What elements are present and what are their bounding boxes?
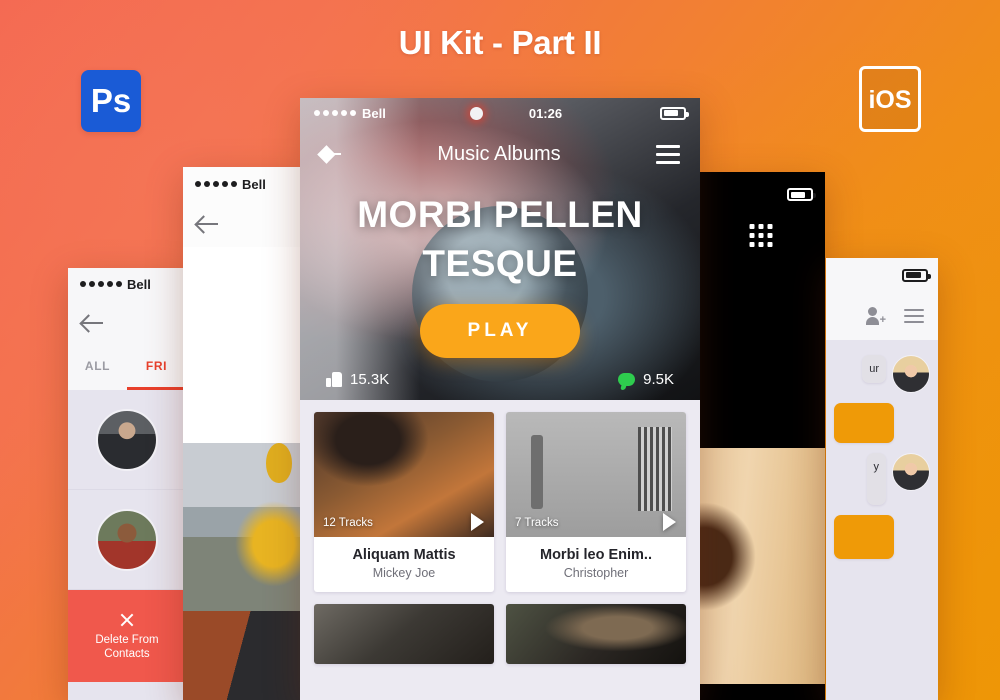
play-icon[interactable] (663, 513, 676, 531)
chat-message[interactable]: ur (826, 350, 938, 398)
person-add-icon[interactable]: + (866, 307, 886, 326)
hamburger-icon[interactable] (656, 144, 680, 164)
album-artist: Christopher (563, 566, 629, 580)
contact-list-item[interactable] (68, 490, 186, 590)
screen-title: Music Albums (437, 142, 561, 165)
nav-bar (68, 300, 186, 346)
back-arrow-icon[interactable] (197, 215, 219, 233)
delete-from-contacts-action[interactable]: Delete From Contacts (68, 590, 186, 682)
likes-count: 15.3K (350, 371, 390, 388)
album-meta: Morbi leo Enim.. Christopher (506, 537, 686, 592)
album-artist: Mickey Joe (372, 566, 436, 580)
message-bubble: y (866, 453, 886, 505)
signal-dots-icon (195, 181, 237, 187)
carrier-label: Bell (242, 176, 266, 192)
comments-count: 9.5K (643, 371, 674, 388)
carrier-label: Bell (127, 276, 151, 292)
nav-bar (183, 201, 309, 247)
album-card[interactable]: 12 Tracks Aliquam Mattis Mickey Joe (314, 412, 494, 592)
chat-message-list: ur y (826, 340, 938, 564)
chat-message[interactable]: y (826, 448, 938, 510)
album-meta: Aliquam Mattis Mickey Joe (314, 537, 494, 592)
nav-bar: Music Albums (300, 128, 700, 180)
delete-label-line2: Contacts (104, 647, 150, 660)
thumbs-up-icon (326, 372, 342, 387)
grid-menu-phone-mockup (697, 172, 825, 700)
avatar (892, 453, 930, 491)
feed-photo[interactable] (183, 611, 309, 700)
album-artwork (506, 604, 686, 664)
tab-all[interactable]: ALL (68, 346, 127, 390)
back-arrow-icon[interactable] (320, 145, 342, 163)
feed-photo[interactable] (183, 443, 309, 611)
battery-icon (660, 106, 689, 120)
tab-friends[interactable]: FRI (127, 346, 186, 390)
signal-dots-icon (314, 110, 356, 116)
contact-list-item[interactable] (68, 390, 186, 490)
page-title: UI Kit - Part II (398, 24, 602, 61)
avatar (96, 508, 158, 571)
status-bar (826, 258, 938, 292)
status-bar: Bell (68, 268, 186, 300)
wood-photo (697, 448, 825, 684)
comments-stat[interactable]: 9.5K (618, 371, 674, 388)
chat-message[interactable] (826, 510, 938, 564)
message-bubble (834, 515, 894, 559)
album-grid: 12 Tracks Aliquam Mattis Mickey Joe 7 Tr… (300, 400, 700, 676)
message-bubble: ur (862, 355, 886, 383)
battery-icon (787, 188, 816, 201)
status-bar: Bell (183, 167, 309, 201)
close-icon (119, 612, 135, 628)
nav-bar: + (826, 292, 938, 340)
album-card[interactable] (314, 604, 494, 664)
contacts-tabs: ALL FRI (68, 346, 186, 390)
album-artwork (314, 604, 494, 664)
contacts-phone-mockup: Bell ALL FRI Delete From Contacts (68, 268, 186, 700)
play-button[interactable]: PLAY (420, 304, 580, 358)
album-name: Aliquam Mattis (352, 547, 456, 563)
track-count: 12 Tracks (323, 517, 373, 529)
hero-stats: 15.3K 9.5K (300, 371, 700, 388)
hero-headline-line2: TESQUE (422, 243, 578, 284)
back-arrow-icon[interactable] (82, 314, 104, 332)
hero-headline: MORBI PELLEN TESQUE (300, 190, 700, 288)
clock-label: 01:26 (528, 105, 563, 121)
album-artwork: 12 Tracks (314, 412, 494, 537)
chat-message[interactable] (826, 398, 938, 448)
likes-stat[interactable]: 15.3K (326, 371, 389, 388)
signal-dots-icon (80, 281, 122, 287)
avatar (892, 355, 930, 393)
track-count: 7 Tracks (515, 517, 559, 529)
hero-headline-line1: MORBI PELLEN (357, 194, 643, 235)
grid-apps-icon[interactable] (749, 224, 773, 247)
battery-icon (902, 268, 931, 282)
album-card[interactable] (506, 604, 686, 664)
status-bar: Bell 01:26 (300, 98, 700, 128)
delete-label-line1: Delete From (95, 633, 159, 646)
album-artwork: 7 Tracks (506, 412, 686, 537)
photoshop-badge: Ps (81, 70, 141, 132)
comment-bubble-icon (618, 373, 636, 386)
photo-feed-phone-mockup: Bell (183, 167, 309, 700)
ios-badge: iOS (859, 66, 921, 132)
feed-photo[interactable] (183, 247, 309, 437)
chat-phone-mockup: + ur y (826, 258, 938, 700)
avatar (96, 408, 158, 471)
hamburger-icon[interactable] (904, 309, 924, 323)
music-albums-phone-mockup: Bell 01:26 Music Albums MORBI PELLEN TES… (300, 98, 700, 700)
album-name: Morbi leo Enim.. (540, 547, 652, 563)
album-card[interactable]: 7 Tracks Morbi leo Enim.. Christopher (506, 412, 686, 592)
play-icon[interactable] (471, 513, 484, 531)
recording-indicator-icon (469, 106, 483, 120)
hero-banner: Bell 01:26 Music Albums MORBI PELLEN TES… (300, 98, 700, 400)
carrier-label: Bell (362, 105, 386, 121)
message-bubble (834, 403, 894, 443)
